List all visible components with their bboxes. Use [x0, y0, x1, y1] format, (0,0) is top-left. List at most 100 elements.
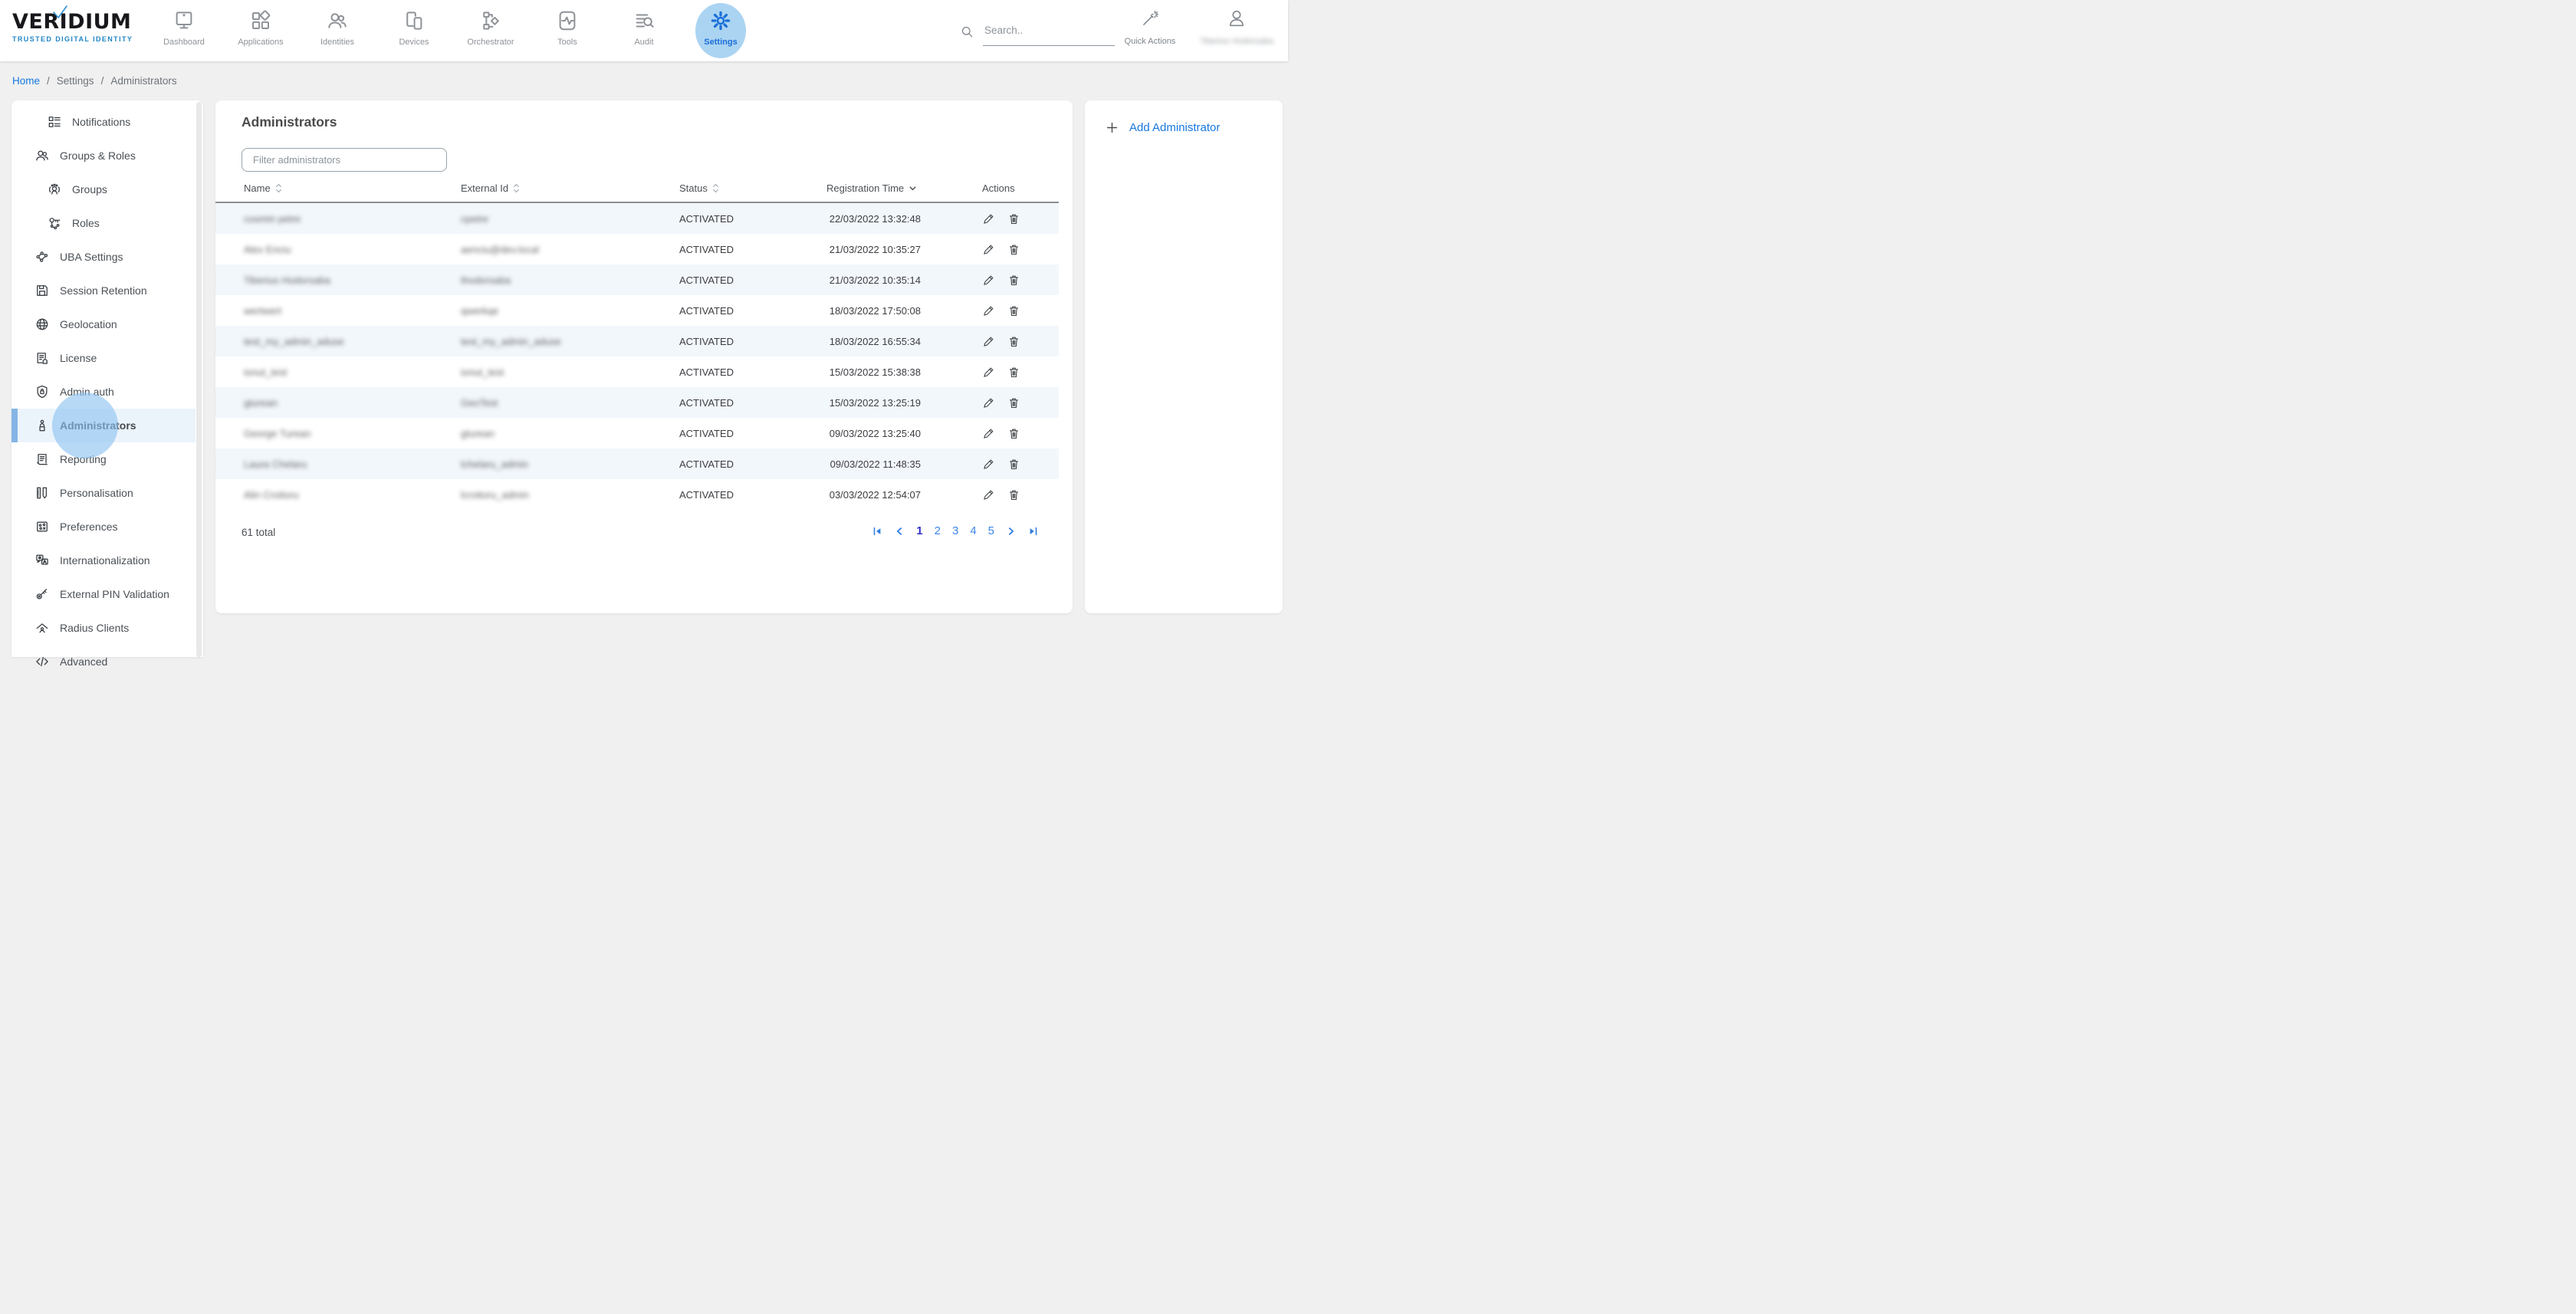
cell-status: ACTIVATED — [679, 244, 826, 255]
table-row: Tiberius Hodorsaba thodorsaba ACTIVATED … — [215, 264, 1059, 295]
sort-desc-icon — [909, 186, 917, 192]
table-row: test_my_admin_aduse test_my_admin_aduse … — [215, 326, 1059, 356]
sidebar-item-label: Groups & Roles — [60, 149, 136, 162]
sort-icon — [275, 182, 282, 194]
page-number[interactable]: 1 — [916, 524, 922, 537]
nav-item[interactable]: Devices — [376, 0, 452, 61]
sidebar-item-label: Preferences — [60, 521, 117, 533]
edit-icon[interactable] — [982, 458, 995, 471]
breadcrumb-settings[interactable]: Settings — [57, 75, 94, 87]
edit-icon[interactable] — [982, 335, 995, 348]
breadcrumb: Home / Settings / Administrators — [12, 61, 177, 100]
quick-actions-button[interactable]: Quick Actions — [1113, 0, 1187, 61]
edit-icon[interactable] — [982, 427, 995, 440]
column-header-name[interactable]: Name — [244, 182, 461, 194]
delete-icon[interactable] — [1007, 243, 1020, 256]
nav-item[interactable]: Dashboard — [146, 0, 222, 61]
edit-icon[interactable] — [982, 212, 995, 225]
cell-status: ACTIVATED — [679, 336, 826, 347]
delete-icon[interactable] — [1007, 458, 1020, 471]
cell-registration-time: 09/03/2022 13:25:40 — [826, 428, 982, 439]
cell-external-id: aenciu@dev.local — [461, 244, 539, 255]
user-menu[interactable]: Tiberius Hodorsaba — [1193, 0, 1280, 61]
cell-name: wertwert — [244, 305, 281, 317]
column-header-registration-time[interactable]: Registration Time — [826, 182, 982, 194]
edit-icon[interactable] — [982, 396, 995, 409]
nav-item-label: Applications — [238, 38, 283, 47]
nav-item-label: Dashboard — [163, 38, 205, 47]
cell-name: cosmin petre — [244, 213, 301, 225]
delete-icon[interactable] — [1007, 427, 1020, 440]
table-row: gturean GeoTest ACTIVATED 15/03/2022 13:… — [215, 387, 1059, 418]
page-number[interactable]: 3 — [952, 524, 958, 537]
brand-logo: VERIDIUM TRUSTED DIGITAL IDENTITY — [12, 11, 143, 43]
cell-name: Tiberius Hodorsaba — [244, 274, 330, 286]
nav-item[interactable]: Tools — [529, 0, 606, 61]
edit-icon[interactable] — [982, 274, 995, 287]
column-header-external-id[interactable]: External Id — [461, 182, 679, 194]
settings-sidebar: Notifications Groups & Roles Groups Role… — [12, 100, 203, 657]
page-number[interactable]: 2 — [935, 524, 941, 537]
cell-external-id: lchelaru_admin — [461, 458, 528, 470]
cell-external-id: qwerkqe — [461, 305, 498, 317]
edit-icon[interactable] — [982, 366, 995, 379]
page-number[interactable]: 5 — [988, 524, 994, 537]
filter-administrators-input[interactable] — [242, 148, 447, 172]
search-input[interactable] — [983, 20, 1115, 46]
cell-status: ACTIVATED — [679, 397, 826, 409]
global-search — [954, 18, 1119, 52]
sidebar-item-label: Administrators — [60, 419, 136, 432]
delete-icon[interactable] — [1007, 274, 1020, 287]
settings-icon — [709, 9, 732, 32]
nav-item-label: Settings — [704, 38, 737, 47]
last-page-icon[interactable] — [1028, 526, 1039, 537]
delete-icon[interactable] — [1007, 488, 1020, 501]
cell-status: ACTIVATED — [679, 428, 826, 439]
edit-icon[interactable] — [982, 488, 995, 501]
cell-status: ACTIVATED — [679, 458, 826, 470]
cell-external-id: thodorsaba — [461, 274, 511, 286]
delete-icon[interactable] — [1007, 212, 1020, 225]
first-page-icon[interactable] — [872, 526, 882, 537]
nav-item[interactable]: Settings — [682, 0, 759, 61]
delete-icon[interactable] — [1007, 366, 1020, 379]
brand-check-icon — [51, 4, 69, 21]
uba-settings-icon — [34, 249, 50, 264]
next-page-icon[interactable] — [1006, 526, 1017, 537]
cell-name: Alin Croitoru — [244, 489, 299, 501]
roles-icon — [47, 215, 62, 231]
page-number[interactable]: 4 — [970, 524, 976, 537]
breadcrumb-home-link[interactable]: Home — [12, 75, 40, 87]
nav-item[interactable]: Audit — [606, 0, 682, 61]
delete-icon[interactable] — [1007, 396, 1020, 409]
cell-status: ACTIVATED — [679, 213, 826, 225]
edit-icon[interactable] — [982, 304, 995, 317]
pagination: 1 2 3 4 5 — [872, 524, 1039, 537]
nav-item[interactable]: Applications — [222, 0, 299, 61]
add-administrator-label: Add Administrator — [1129, 121, 1220, 134]
groups-roles-icon — [34, 148, 50, 163]
nav-item[interactable]: Orchestrator — [452, 0, 529, 61]
delete-icon[interactable] — [1007, 335, 1020, 348]
cell-external-id: test_my_admin_aduse — [461, 336, 561, 347]
nav-item-label: Orchestrator — [467, 38, 514, 47]
geolocation-icon — [34, 317, 50, 332]
tools-icon — [556, 9, 579, 32]
nav-item[interactable]: Identities — [299, 0, 376, 61]
add-administrator-button[interactable]: Add Administrator — [1105, 120, 1220, 135]
edit-icon[interactable] — [982, 243, 995, 256]
previous-page-icon[interactable] — [894, 526, 905, 537]
table-body: cosmin petre cpetre ACTIVATED 22/03/2022… — [215, 203, 1059, 510]
table-row: wertwert qwerkqe ACTIVATED 18/03/2022 17… — [215, 295, 1059, 326]
cell-registration-time: 22/03/2022 13:32:48 — [826, 213, 982, 225]
cell-status: ACTIVATED — [679, 274, 826, 286]
admin-auth-icon — [34, 384, 50, 399]
table-row: ionut_test ionut_test ACTIVATED 15/03/20… — [215, 356, 1059, 387]
orchestrator-icon — [479, 9, 502, 32]
delete-icon[interactable] — [1007, 304, 1020, 317]
column-header-status[interactable]: Status — [679, 182, 826, 194]
sidebar-item-label: External PIN Validation — [60, 588, 169, 600]
audit-icon — [632, 9, 656, 32]
actions-panel: Add Administrator — [1085, 100, 1283, 613]
brand-name: VERIDIUM — [12, 11, 143, 32]
